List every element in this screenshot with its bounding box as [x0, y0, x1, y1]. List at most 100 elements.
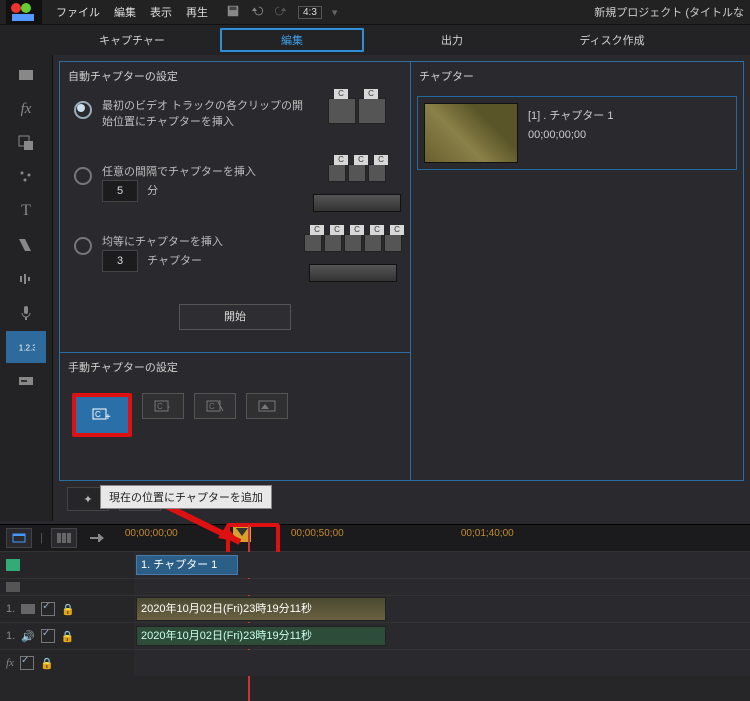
menubar: ファイル 編集 表示 再生 4:3 ▾ 新規プロジェクト (タイトルな [0, 0, 750, 24]
manual-chapter-buttons: C+ C- C [60, 381, 410, 449]
chapter-settings-left: 自動チャプターの設定 最初のビデオ トラックの各クリップの開始位置にチャプターを… [60, 62, 411, 480]
track-audio-header: 1. 🔊 🔒 [0, 629, 134, 643]
track-fx-lane[interactable] [134, 650, 750, 676]
svg-text:-: - [167, 402, 170, 412]
auto-chapter-body: 最初のビデオ トラックの各クリップの開始位置にチャプターを挿入 CC 任意の間隔… [60, 90, 410, 338]
track-chapter-lane[interactable]: 1. チャプター 1 [134, 552, 750, 578]
track-fx-label: fx [6, 657, 14, 669]
aspect-ratio[interactable]: 4:3 [298, 6, 322, 19]
radio-even[interactable] [74, 237, 92, 255]
chapter-list-item[interactable]: [1] . チャプター 1 00;00;00;00 [417, 96, 737, 170]
svg-text:C: C [95, 410, 101, 419]
sidebar-title-icon[interactable]: T [6, 195, 46, 227]
opt-even-text: 均等にチャプターを挿入 [102, 236, 223, 248]
audio-clip[interactable]: 2020年10月02日(Fri)23時19分11秒 [136, 626, 386, 646]
track-chapter-header [0, 559, 134, 571]
sidebar-pip-icon[interactable] [6, 127, 46, 159]
undo-icon[interactable] [250, 4, 264, 21]
sidebar-subtitle-icon[interactable] [6, 365, 46, 397]
timeline-sep: | [40, 532, 43, 544]
opt-first-clip-label: 最初のビデオ トラックの各クリップの開始位置にチャプターを挿入 [102, 98, 312, 130]
track-audio-lock-icon[interactable]: 🔒 [61, 630, 75, 643]
sidebar-particle-icon[interactable] [6, 161, 46, 193]
chapter-list-title: チャプター [411, 62, 743, 90]
auto-chapter-title: 自動チャプターの設定 [60, 62, 410, 90]
chapter-thumbnail-button[interactable] [246, 393, 288, 419]
panel: 自動チャプターの設定 最初のビデオ トラックの各クリップの開始位置にチャプターを… [53, 55, 750, 521]
svg-text:C: C [157, 402, 163, 411]
radio-first-clip[interactable] [74, 101, 92, 119]
video-clip[interactable]: 2020年10月02日(Fri)23時19分11秒 [136, 597, 386, 621]
main-area: fx T 1.2.3 自動チャプターの設定 最初のビデオ トラックの各クリップの… [0, 55, 750, 521]
track-audio-num: 1. [6, 630, 15, 642]
menu-play[interactable]: 再生 [186, 4, 208, 20]
timeline: | 00;00;00;00 00;00;50;00 00;01;40;00 1.… [0, 524, 750, 701]
sidebar-media-icon[interactable] [6, 59, 46, 91]
track-video-num: 1. [6, 603, 15, 615]
menu-file[interactable]: ファイル [56, 4, 100, 20]
sidebar-voice-icon[interactable] [6, 297, 46, 329]
track-audio-1: 1. 🔊 🔒 2020年10月02日(Fri)23時19分11秒 [0, 622, 750, 649]
save-icon[interactable] [226, 4, 240, 21]
interval-value[interactable]: 5 [102, 180, 138, 202]
track-fx-header: fx 🔒 [0, 656, 134, 670]
opt-first-clip-row[interactable]: 最初のビデオ トラックの各クリップの開始位置にチャプターを挿入 CC [68, 98, 402, 142]
remove-chapter-button[interactable]: C- [142, 393, 184, 419]
add-chapter-tooltip: 現在の位置にチャプターを追加 [100, 485, 272, 509]
sidebar-transition-icon[interactable] [6, 229, 46, 261]
opt-interval-text: 任意の間隔でチャプターを挿入 [102, 166, 256, 178]
timeline-toolbar: | 00;00;00;00 00;00;50;00 00;01;40;00 [0, 525, 750, 551]
time-1: 00;00;50;00 [291, 528, 344, 539]
opt-even-row[interactable]: 均等にチャプターを挿入 3 チャプター CCCCC [68, 234, 402, 282]
svg-text:1.2.3: 1.2.3 [19, 344, 35, 353]
timeline-view-button[interactable] [6, 528, 32, 548]
track-video-lock-icon[interactable]: 🔒 [61, 603, 75, 616]
opt-first-clip-preview: CC [312, 98, 402, 124]
main-tabs: キャプチャー 編集 出力 ディスク作成 [0, 24, 750, 55]
track-manager-button[interactable] [85, 529, 109, 547]
track-chapter: 1. チャプター 1 [0, 551, 750, 578]
video-track-icon [21, 604, 35, 614]
opt-interval-row[interactable]: 任意の間隔でチャプターを挿入 5 分 CCC [68, 164, 402, 212]
opt-interval-label: 任意の間隔でチャプターを挿入 5 分 [102, 164, 312, 202]
tab-output[interactable]: 出力 [372, 26, 532, 54]
track-fx-visible[interactable] [20, 656, 34, 670]
tab-disc[interactable]: ディスク作成 [532, 26, 692, 54]
chapter-thumbnail [424, 103, 518, 163]
remove-all-chapters-button[interactable]: C [194, 393, 236, 419]
radio-interval[interactable] [74, 167, 92, 185]
interval-unit: 分 [147, 185, 158, 197]
chapter-chip[interactable]: 1. チャプター 1 [136, 555, 238, 575]
sidebar-chapter-icon[interactable]: 1.2.3 [6, 331, 46, 363]
tab-capture[interactable]: キャプチャー [52, 26, 212, 54]
sidebar-fx-icon[interactable]: fx [6, 93, 46, 125]
timeline-tracks: 1. チャプター 1 1. 🔒 2020年10月02日(Fri)23時19分11… [0, 551, 750, 676]
track-audio-visible[interactable] [41, 629, 55, 643]
redo-icon[interactable] [274, 4, 288, 21]
svg-text:+: + [105, 412, 111, 422]
track-video-visible[interactable] [41, 602, 55, 616]
track-video-header: 1. 🔒 [0, 602, 134, 616]
manual-chapter-title: 手動チャプターの設定 [60, 353, 410, 381]
track-fx: fx 🔒 [0, 649, 750, 676]
start-button[interactable]: 開始 [179, 304, 291, 330]
track-video-lane[interactable]: 2020年10月02日(Fri)23時19分11秒 [134, 596, 750, 622]
even-value[interactable]: 3 [102, 250, 138, 272]
speaker-icon: 🔊 [21, 630, 35, 643]
chapter-list-panel: チャプター [1] . チャプター 1 00;00;00;00 [411, 62, 743, 480]
project-title: 新規プロジェクト (タイトルな [594, 4, 744, 20]
menu-view[interactable]: 表示 [150, 4, 172, 20]
storyboard-view-button[interactable] [51, 528, 77, 548]
menu-edit[interactable]: 編集 [114, 4, 136, 20]
sidebar-audio-icon[interactable] [6, 263, 46, 295]
chevron-down-icon[interactable]: ▾ [332, 6, 338, 19]
track-fx-lock-icon[interactable]: 🔒 [40, 657, 54, 670]
film-icon [6, 582, 20, 592]
svg-text:C: C [209, 402, 215, 411]
add-chapter-button[interactable]: C+ [72, 393, 132, 437]
tab-edit[interactable]: 編集 [220, 28, 364, 52]
track-audio-lane[interactable]: 2020年10月02日(Fri)23時19分11秒 [134, 623, 750, 649]
opt-interval-preview: CCC [312, 164, 402, 212]
settings-frame: 自動チャプターの設定 最初のビデオ トラックの各クリップの開始位置にチャプターを… [59, 61, 744, 481]
timeline-ruler[interactable]: 00;00;00;00 00;00;50;00 00;01;40;00 [121, 528, 744, 548]
